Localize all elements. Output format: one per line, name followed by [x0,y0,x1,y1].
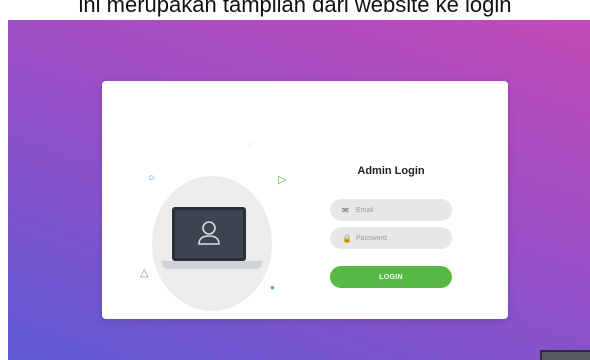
email-input[interactable] [354,205,448,215]
login-illustration: ○ ○ ▷ △ ● [122,140,292,311]
password-field[interactable]: 🔒 [330,227,452,249]
laptop-icon [162,207,262,279]
login-card: ○ ○ ▷ △ ● Admin Login ✉ Email 🔒 LOGIN [102,81,508,319]
triangle-right-decoration-icon: ▷ [278,174,287,186]
page-caption: ini merupakan tampilan dari website ke l… [78,0,512,17]
laptop-screen [172,207,246,261]
triangle-up-decoration-icon: △ [140,267,149,279]
laptop-base [162,261,262,269]
ring-decoration-icon: ○ [148,172,155,184]
lock-icon: 🔒 [342,233,352,243]
email-field[interactable]: ✉ [330,199,452,221]
password-input[interactable] [354,233,448,243]
dot-decoration-icon: ● [270,283,275,292]
envelope-icon: ✉ [342,205,349,215]
login-button[interactable]: LOGIN [330,266,452,288]
login-title: Admin Login [357,165,425,177]
login-page-background: ○ ○ ▷ △ ● Admin Login ✉ Email 🔒 LOGIN [8,20,590,360]
login-form: Admin Login ✉ 🔒 LOGIN [330,165,452,288]
small-ring-decoration-icon: ○ [248,140,253,149]
user-icon [198,221,220,245]
corner-window-thumbnail [540,350,590,360]
